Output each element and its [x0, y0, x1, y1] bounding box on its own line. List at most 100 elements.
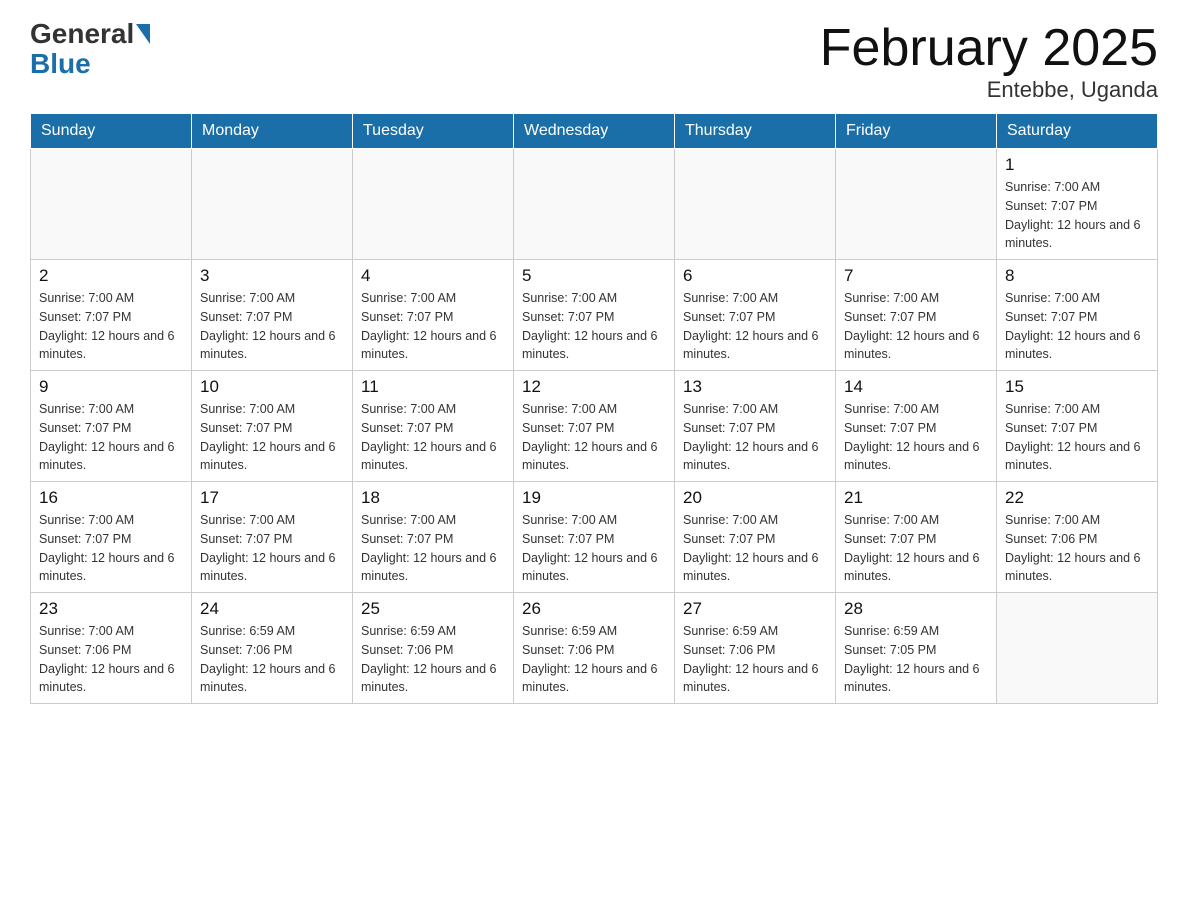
title-block: February 2025 Entebbe, Uganda — [820, 20, 1158, 103]
day-info: Sunrise: 7:00 AMSunset: 7:07 PMDaylight:… — [39, 400, 183, 475]
day-number: 15 — [1005, 377, 1149, 397]
day-number: 26 — [522, 599, 666, 619]
day-number: 19 — [522, 488, 666, 508]
calendar-header-row: Sunday Monday Tuesday Wednesday Thursday… — [31, 114, 1158, 149]
calendar-table: Sunday Monday Tuesday Wednesday Thursday… — [30, 113, 1158, 704]
day-info: Sunrise: 7:00 AMSunset: 7:07 PMDaylight:… — [522, 511, 666, 586]
table-row: 4 Sunrise: 7:00 AMSunset: 7:07 PMDaylight… — [353, 260, 514, 371]
table-row: 8 Sunrise: 7:00 AMSunset: 7:07 PMDaylight… — [997, 260, 1158, 371]
day-number: 11 — [361, 377, 505, 397]
day-info: Sunrise: 7:00 AMSunset: 7:06 PMDaylight:… — [39, 622, 183, 697]
table-row: 1Sunrise: 7:00 AMSunset: 7:07 PMDaylight… — [997, 149, 1158, 260]
table-row: 25Sunrise: 6:59 AMSunset: 7:06 PMDayligh… — [353, 593, 514, 704]
header-sunday: Sunday — [31, 114, 192, 149]
day-info: Sunrise: 7:00 AMSunset: 7:07 PMDaylight:… — [683, 511, 827, 586]
logo: General Blue — [30, 20, 152, 80]
day-number: 13 — [683, 377, 827, 397]
day-info: Sunrise: 7:00 AMSunset: 7:07 PMDaylight:… — [39, 511, 183, 586]
table-row: 28 Sunrise: 6:59 AMSunset: 7:05 PMDayligh… — [836, 593, 997, 704]
table-row: 10 Sunrise: 7:00 AMSunset: 7:07 PMDayligh… — [192, 371, 353, 482]
day-info: Sunrise: 6:59 AMSunset: 7:06 PMDaylight:… — [361, 622, 505, 697]
table-row: 16 Sunrise: 7:00 AMSunset: 7:07 PMDayligh… — [31, 482, 192, 593]
table-row — [675, 149, 836, 260]
day-number: 12 — [522, 377, 666, 397]
table-row: 6 Sunrise: 7:00 AMSunset: 7:07 PMDaylight… — [675, 260, 836, 371]
table-row: 2 Sunrise: 7:00 AMSunset: 7:07 PMDaylight… — [31, 260, 192, 371]
day-number: 6 — [683, 266, 827, 286]
table-row: 26Sunrise: 6:59 AMSunset: 7:06 PMDayligh… — [514, 593, 675, 704]
table-row: 3Sunrise: 7:00 AMSunset: 7:07 PMDaylight… — [192, 260, 353, 371]
table-row: 13 Sunrise: 7:00 AMSunset: 7:07 PMDayligh… — [675, 371, 836, 482]
day-number: 14 — [844, 377, 988, 397]
day-info: Sunrise: 7:00 AMSunset: 7:07 PMDaylight:… — [200, 511, 344, 586]
table-row: 11 Sunrise: 7:00 AMSunset: 7:07 PMDayligh… — [353, 371, 514, 482]
day-number: 2 — [39, 266, 183, 286]
day-number: 18 — [361, 488, 505, 508]
day-info: Sunrise: 7:00 AMSunset: 7:07 PMDaylight:… — [39, 289, 183, 364]
day-info: Sunrise: 7:00 AMSunset: 7:07 PMDaylight:… — [1005, 400, 1149, 475]
day-number: 5 — [522, 266, 666, 286]
table-row: 22Sunrise: 7:00 AMSunset: 7:06 PMDayligh… — [997, 482, 1158, 593]
logo-general-text: General — [30, 20, 134, 48]
day-info: Sunrise: 7:00 AMSunset: 7:07 PMDaylight:… — [200, 289, 344, 364]
day-info: Sunrise: 7:00 AMSunset: 7:07 PMDaylight:… — [683, 289, 827, 364]
table-row — [192, 149, 353, 260]
header-thursday: Thursday — [675, 114, 836, 149]
day-number: 7 — [844, 266, 988, 286]
day-number: 23 — [39, 599, 183, 619]
table-row — [514, 149, 675, 260]
table-row — [353, 149, 514, 260]
table-row: 7 Sunrise: 7:00 AMSunset: 7:07 PMDaylight… — [836, 260, 997, 371]
header-monday: Monday — [192, 114, 353, 149]
day-info: Sunrise: 7:00 AMSunset: 7:07 PMDaylight:… — [200, 400, 344, 475]
calendar-row: 1Sunrise: 7:00 AMSunset: 7:07 PMDaylight… — [31, 149, 1158, 260]
day-number: 16 — [39, 488, 183, 508]
header-saturday: Saturday — [997, 114, 1158, 149]
day-number: 27 — [683, 599, 827, 619]
day-number: 4 — [361, 266, 505, 286]
day-info: Sunrise: 7:00 AMSunset: 7:07 PMDaylight:… — [361, 511, 505, 586]
table-row: 9 Sunrise: 7:00 AMSunset: 7:07 PMDaylight… — [31, 371, 192, 482]
table-row: 24 Sunrise: 6:59 AMSunset: 7:06 PMDayligh… — [192, 593, 353, 704]
month-title: February 2025 — [820, 20, 1158, 77]
day-info: Sunrise: 7:00 AMSunset: 7:07 PMDaylight:… — [1005, 289, 1149, 364]
day-number: 9 — [39, 377, 183, 397]
day-number: 28 — [844, 599, 988, 619]
day-info: Sunrise: 7:00 AMSunset: 7:07 PMDaylight:… — [844, 511, 988, 586]
day-info: Sunrise: 6:59 AMSunset: 7:06 PMDaylight:… — [683, 622, 827, 697]
table-row — [997, 593, 1158, 704]
calendar-row: 2 Sunrise: 7:00 AMSunset: 7:07 PMDaylight… — [31, 260, 1158, 371]
logo-triangle-icon — [136, 24, 150, 44]
day-info: Sunrise: 7:00 AMSunset: 7:07 PMDaylight:… — [844, 289, 988, 364]
day-info: Sunrise: 6:59 AMSunset: 7:06 PMDaylight:… — [200, 622, 344, 697]
logo-blue-text: Blue — [30, 48, 91, 79]
header-tuesday: Tuesday — [353, 114, 514, 149]
day-number: 8 — [1005, 266, 1149, 286]
day-info: Sunrise: 7:00 AMSunset: 7:07 PMDaylight:… — [844, 400, 988, 475]
table-row — [31, 149, 192, 260]
day-number: 22 — [1005, 488, 1149, 508]
calendar-row: 23 Sunrise: 7:00 AMSunset: 7:06 PMDayligh… — [31, 593, 1158, 704]
day-number: 20 — [683, 488, 827, 508]
location-label: Entebbe, Uganda — [820, 77, 1158, 103]
table-row: 15 Sunrise: 7:00 AMSunset: 7:07 PMDayligh… — [997, 371, 1158, 482]
day-info: Sunrise: 7:00 AMSunset: 7:07 PMDaylight:… — [522, 400, 666, 475]
table-row: 21Sunrise: 7:00 AMSunset: 7:07 PMDayligh… — [836, 482, 997, 593]
table-row: 27 Sunrise: 6:59 AMSunset: 7:06 PMDayligh… — [675, 593, 836, 704]
header-friday: Friday — [836, 114, 997, 149]
calendar-row: 16 Sunrise: 7:00 AMSunset: 7:07 PMDayligh… — [31, 482, 1158, 593]
table-row: 23 Sunrise: 7:00 AMSunset: 7:06 PMDayligh… — [31, 593, 192, 704]
table-row: 20 Sunrise: 7:00 AMSunset: 7:07 PMDayligh… — [675, 482, 836, 593]
calendar-row: 9 Sunrise: 7:00 AMSunset: 7:07 PMDaylight… — [31, 371, 1158, 482]
day-number: 17 — [200, 488, 344, 508]
day-number: 10 — [200, 377, 344, 397]
day-info: Sunrise: 7:00 AMSunset: 7:07 PMDaylight:… — [361, 400, 505, 475]
table-row: 5Sunrise: 7:00 AMSunset: 7:07 PMDaylight… — [514, 260, 675, 371]
day-info: Sunrise: 6:59 AMSunset: 7:05 PMDaylight:… — [844, 622, 988, 697]
table-row — [836, 149, 997, 260]
day-info: Sunrise: 7:00 AMSunset: 7:07 PMDaylight:… — [683, 400, 827, 475]
day-info: Sunrise: 7:00 AMSunset: 7:07 PMDaylight:… — [361, 289, 505, 364]
day-number: 24 — [200, 599, 344, 619]
day-info: Sunrise: 7:00 AMSunset: 7:07 PMDaylight:… — [1005, 178, 1149, 253]
page-header: General Blue February 2025 Entebbe, Ugan… — [30, 20, 1158, 103]
